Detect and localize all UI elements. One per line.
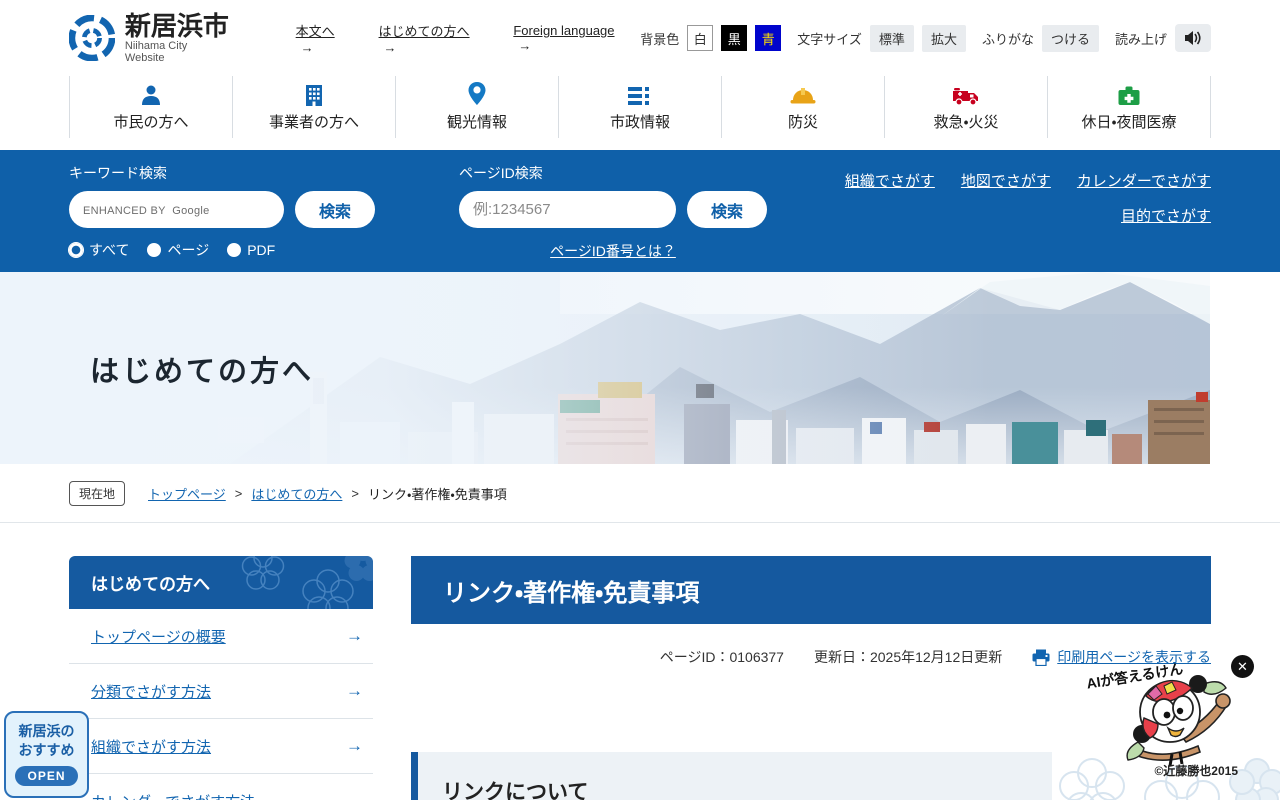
arrow-icon: → [346,626,363,646]
skip-link-foreign-language[interactable]: Foreign language [513,23,614,38]
scope-all-radio[interactable]: すべて [69,240,129,260]
recommend-open-button[interactable]: OPEN [15,766,77,786]
person-icon [140,82,162,106]
nav-item-emergency-fire[interactable]: 救急・火災 [884,76,1047,138]
first-aid-icon [1118,82,1140,106]
hero-title: はじめての方へ [90,348,314,390]
site-logo[interactable]: 新居浜市 Niihama City Website [69,12,230,65]
nav-item-citizens[interactable]: 市民の方へ [69,76,232,138]
page-id: ページID：0106377 [660,647,784,667]
breadcrumb-current-page: リンク・著作権・免責事項 [368,484,507,503]
site-header: 新居浜市 Niihama City Website 本文へ→ はじめての方へ→ … [0,0,1280,76]
search-band: キーワード検索 検索 すべて ページ PDF ページID検索 検索 ページI [0,150,1280,272]
ai-chat-widget: AIが答えるけん ✕ ©近藤勝也2015 [1020,652,1256,788]
bg-white-button[interactable]: 白 [687,25,713,51]
pageid-search-button[interactable]: 検索 [687,191,767,228]
bg-blue-button[interactable]: 青 [755,25,781,51]
skip-links: 本文へ→ はじめての方へ→ Foreign language→ [296,21,633,55]
global-nav: 市民の方へ 事業者の方へ 観光情報 市政情報 防災 [0,76,1280,138]
skip-link-firsttime[interactable]: はじめての方へ [379,24,470,39]
sidebar-item-top-page-overview[interactable]: トップページの概要 → [69,609,373,664]
breadcrumb-parent-link[interactable]: はじめての方へ [251,484,342,503]
hero-banner: はじめての方へ [0,272,1210,464]
fire-truck-icon [952,82,980,106]
furigana-on-button[interactable]: つける [1042,25,1099,52]
quick-link-calendar[interactable]: カレンダーでさがす [1077,170,1211,191]
scope-pdf-radio[interactable]: PDF [227,242,275,258]
radio-icon [147,243,161,257]
sidebar-title: はじめての方へ [69,556,373,609]
skip-link-main[interactable]: 本文へ [296,24,335,39]
nav-item-business[interactable]: 事業者の方へ [232,76,395,138]
sidebar-item-search-by-calendar[interactable]: カレンダーでさがす方法 → [69,774,373,800]
sidebar-item-search-by-organization[interactable]: 組織でさがす方法 → [69,719,373,774]
breadcrumb: 現在地 トップページ > はじめての方へ > リンク・著作権・免責事項 [0,464,1280,523]
keyword-search-input[interactable] [83,202,270,217]
bg-black-button[interactable]: 黒 [721,25,747,51]
scope-page-radio[interactable]: ページ [147,240,209,260]
speaker-icon [1184,30,1202,46]
list-icon [628,82,652,106]
site-tagline: Niihama City Website [125,40,230,64]
text-size-label: 文字サイズ [797,29,862,48]
page-title: リンク・著作権・免責事項 [411,556,1211,624]
radio-icon [227,243,241,257]
breadcrumb-separator: > [351,486,359,501]
arrow-icon: → [384,40,397,55]
breadcrumb-separator: > [235,486,243,501]
quick-link-map[interactable]: 地図でさがす [961,170,1051,191]
sakura-pattern-decoration [193,556,373,609]
recommend-line2: おすすめ [6,741,87,760]
arrow-icon: → [346,681,363,701]
nav-item-tourism[interactable]: 観光情報 [395,76,558,138]
furigana-label: ふりがな [982,29,1034,48]
city-emblem-icon [69,15,115,61]
updated-date: 更新日：2025年12月12日更新 [814,647,1002,667]
read-aloud-label: 読み上げ [1115,29,1167,48]
text-size-large-button[interactable]: 拡大 [922,25,966,52]
helmet-icon [790,82,816,106]
pageid-search-input[interactable] [473,202,662,217]
arrow-icon: → [346,736,363,756]
text-size-standard-button[interactable]: 標準 [870,25,914,52]
arrow-icon: → [518,38,531,53]
recommend-widget[interactable]: 新居浜の おすすめ OPEN [4,711,89,798]
keyword-search-button[interactable]: 検索 [295,191,375,228]
keyword-search-label: キーワード検索 [69,163,381,183]
nav-item-disaster-prevention[interactable]: 防災 [721,76,884,138]
read-aloud-button[interactable] [1175,24,1211,52]
radio-selected-icon [69,243,83,257]
nav-item-city-government[interactable]: 市政情報 [558,76,721,138]
pageid-search-label: ページID検索 [459,163,767,183]
pageid-help-link[interactable]: ページID番号とは？ [550,243,676,259]
mascot-copyright: ©近藤勝也2015 [1154,762,1238,779]
quick-links: 組織でさがす 地図でさがす カレンダーでさがす 目的でさがす [845,163,1211,261]
nav-item-holiday-medical[interactable]: 休日・夜間医療 [1047,76,1211,138]
mascot-character[interactable] [1120,672,1240,772]
recommend-line1: 新居浜の [6,722,87,741]
keyword-search-block: キーワード検索 検索 すべて ページ PDF [69,163,381,261]
arrow-icon: → [301,40,314,55]
building-icon [303,82,325,106]
pageid-search-block: ページID検索 検索 ページID番号とは？ [459,163,767,261]
bg-color-label: 背景色 [640,29,679,48]
sidebar: はじめての方へ トップページの概要 → 分類でさがす方法 → 組織でさがす方法 … [69,556,373,800]
sidebar-item-search-by-category[interactable]: 分類でさがす方法 → [69,664,373,719]
accessibility-toolbar: 背景色 白 黒 青 文字サイズ 標準 拡大 ふりがな つける 読み上げ [632,24,1211,52]
map-pin-icon [468,82,486,106]
quick-link-purpose[interactable]: 目的でさがす [1121,205,1211,226]
site-title: 新居浜市 [125,12,230,41]
arrow-icon: → [346,791,363,800]
breadcrumb-home-link[interactable]: トップページ [148,484,226,503]
current-location-badge: 現在地 [69,481,125,506]
quick-link-organization[interactable]: 組織でさがす [845,170,935,191]
